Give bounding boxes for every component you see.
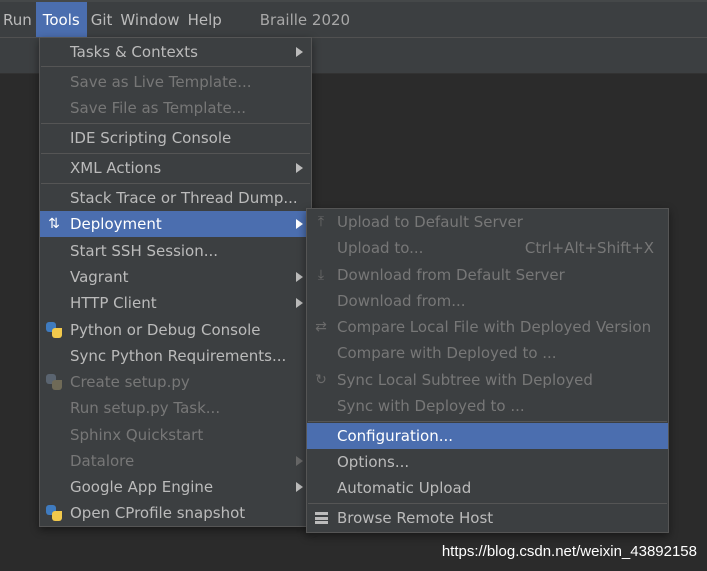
menu-item-label: Sync Python Requirements... (70, 347, 287, 365)
menu-separator (41, 123, 310, 124)
menu-separator (41, 66, 310, 67)
menu-window[interactable]: Window (116, 2, 183, 37)
menu-item-label: Google App Engine (70, 478, 214, 496)
menu-item-label: Download from... (337, 292, 466, 310)
menu-item-label: Browse Remote Host (337, 509, 494, 527)
menu-item-sync-python-requirements[interactable]: Sync Python Requirements... (40, 343, 311, 369)
menu-separator (308, 503, 667, 504)
menu-item-label: Upload to Default Server (337, 213, 523, 231)
menu-item-sync-with-deployed[interactable]: Sync with Deployed to ... (307, 393, 668, 419)
menu-item-datalore[interactable]: Datalore (40, 448, 311, 474)
watermark-text: https://blog.csdn.net/weixin_43892158 (441, 543, 697, 560)
menu-item-label: Start SSH Session... (70, 242, 219, 260)
menu-separator (41, 153, 310, 154)
menu-item-sphinx-quickstart[interactable]: Sphinx Quickstart (40, 422, 311, 448)
menu-item-label: Run setup.py Task... (70, 399, 221, 417)
menu-item-create-setup-py[interactable]: Create setup.py (40, 369, 311, 395)
compare-icon: ⇄ (315, 319, 327, 335)
menu-item-browse-remote-host[interactable]: Browse Remote Host (307, 505, 668, 531)
deployment-submenu: ⤒ Upload to Default Server Upload to... … (306, 208, 669, 533)
tools-menu: Tasks & Contexts Save as Live Template..… (39, 37, 312, 527)
python-icon (45, 321, 63, 339)
menu-item-deployment[interactable]: ⇅ Deployment (40, 211, 311, 237)
menu-item-label: Compare Local File with Deployed Version (337, 318, 652, 336)
menu-item-label: HTTP Client (70, 294, 157, 312)
menu-item-run-setup-py-task[interactable]: Run setup.py Task... (40, 395, 311, 421)
menu-item-label: Stack Trace or Thread Dump... (70, 189, 298, 207)
menu-item-automatic-upload[interactable]: Automatic Upload (307, 475, 668, 501)
menu-item-label: Datalore (70, 452, 135, 470)
menu-item-label: Sphinx Quickstart (70, 426, 204, 444)
menu-tools[interactable]: Tools (35, 2, 87, 37)
submenu-arrow-icon (296, 219, 303, 229)
menu-separator (41, 183, 310, 184)
menu-item-label: Sync Local Subtree with Deployed (337, 371, 593, 389)
menu-item-save-file-template[interactable]: Save File as Template... (40, 95, 311, 121)
ide-window: Run Tools Git Window Help Braille 2020 T… (0, 0, 707, 571)
menu-item-start-ssh-session[interactable]: Start SSH Session... (40, 238, 311, 264)
menu-item-label: XML Actions (70, 159, 162, 177)
menu-item-stack-trace[interactable]: Stack Trace or Thread Dump... (40, 185, 311, 211)
menu-item-xml-actions[interactable]: XML Actions (40, 155, 311, 181)
menu-item-google-app-engine[interactable]: Google App Engine (40, 474, 311, 500)
menu-item-compare-local-file[interactable]: ⇄ Compare Local File with Deployed Versi… (307, 314, 668, 340)
menu-item-compare-with-deployed[interactable]: Compare with Deployed to ... (307, 340, 668, 366)
menu-item-configuration[interactable]: Configuration... (307, 423, 668, 449)
menu-item-label: Create setup.py (70, 373, 190, 391)
menu-separator (308, 421, 667, 422)
menu-item-label: Options... (337, 453, 410, 471)
menu-item-python-debug-console[interactable]: Python or Debug Console (40, 317, 311, 343)
submenu-arrow-icon (296, 272, 303, 282)
menu-item-label: Configuration... (337, 427, 454, 445)
menu-item-label: Sync with Deployed to ... (337, 397, 525, 415)
submenu-arrow-icon (296, 456, 303, 466)
menu-item-download-from[interactable]: Download from... (307, 288, 668, 314)
remote-host-icon (312, 509, 330, 527)
menu-item-http-client[interactable]: HTTP Client (40, 290, 311, 316)
download-icon: ⤓ (317, 267, 325, 283)
menu-item-label: Python or Debug Console (70, 321, 261, 339)
python-setup-icon (45, 373, 63, 391)
project-title: Braille 2020 (259, 10, 351, 29)
menu-item-label: Vagrant (70, 268, 129, 286)
menu-item-open-cprofile[interactable]: Open CProfile snapshot (40, 500, 311, 526)
menu-item-shortcut: Ctrl+Alt+Shift+X (524, 239, 654, 257)
menu-item-label: Compare with Deployed to ... (337, 344, 557, 362)
menu-item-label: Tasks & Contexts (70, 43, 198, 61)
submenu-arrow-icon (296, 47, 303, 57)
menu-item-label: Open CProfile snapshot (70, 504, 246, 522)
submenu-arrow-icon (296, 298, 303, 308)
menu-item-label: Automatic Upload (337, 479, 472, 497)
menu-item-label: Download from Default Server (337, 266, 565, 284)
menu-help[interactable]: Help (184, 2, 226, 37)
deploy-arrows-icon: ⇅ (48, 216, 60, 232)
menu-item-label: Save File as Template... (70, 99, 246, 117)
menu-item-vagrant[interactable]: Vagrant (40, 264, 311, 290)
menu-run[interactable]: Run (0, 2, 36, 37)
submenu-arrow-icon (296, 163, 303, 173)
menu-item-sync-local-subtree[interactable]: ↻ Sync Local Subtree with Deployed (307, 367, 668, 393)
menu-bar: Run Tools Git Window Help Braille 2020 (0, 0, 707, 37)
submenu-arrow-icon (296, 482, 303, 492)
menu-item-label: Deployment (70, 215, 162, 233)
menu-item-options[interactable]: Options... (307, 449, 668, 475)
menu-item-label: IDE Scripting Console (70, 129, 232, 147)
menu-item-label: Save as Live Template... (70, 73, 252, 91)
upload-icon: ⤒ (317, 214, 325, 230)
menu-item-download-default-server[interactable]: ⤓ Download from Default Server (307, 262, 668, 288)
menu-git[interactable]: Git (87, 2, 117, 37)
sync-icon: ↻ (315, 372, 327, 388)
menu-item-save-live-template[interactable]: Save as Live Template... (40, 69, 311, 95)
menu-item-upload-to[interactable]: Upload to... Ctrl+Alt+Shift+X (307, 235, 668, 261)
menu-item-upload-default-server[interactable]: ⤒ Upload to Default Server (307, 209, 668, 235)
menu-item-label: Upload to... (337, 239, 424, 257)
menu-item-ide-scripting-console[interactable]: IDE Scripting Console (40, 125, 311, 151)
menu-item-tasks-contexts[interactable]: Tasks & Contexts (40, 39, 311, 65)
cprofile-icon (45, 504, 63, 522)
